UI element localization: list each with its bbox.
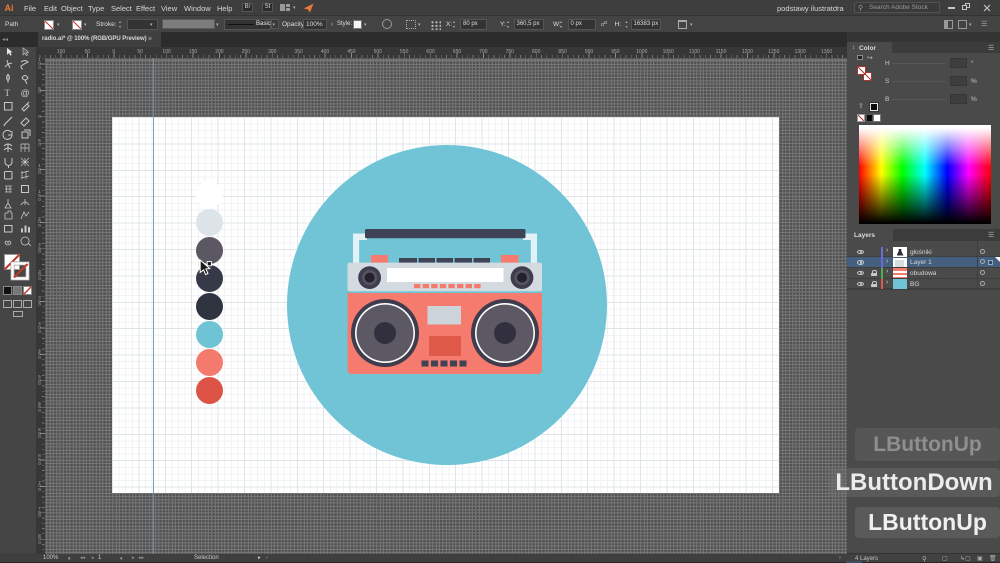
svg-text:@: @ [21,88,30,98]
svg-text:T: T [5,88,11,98]
